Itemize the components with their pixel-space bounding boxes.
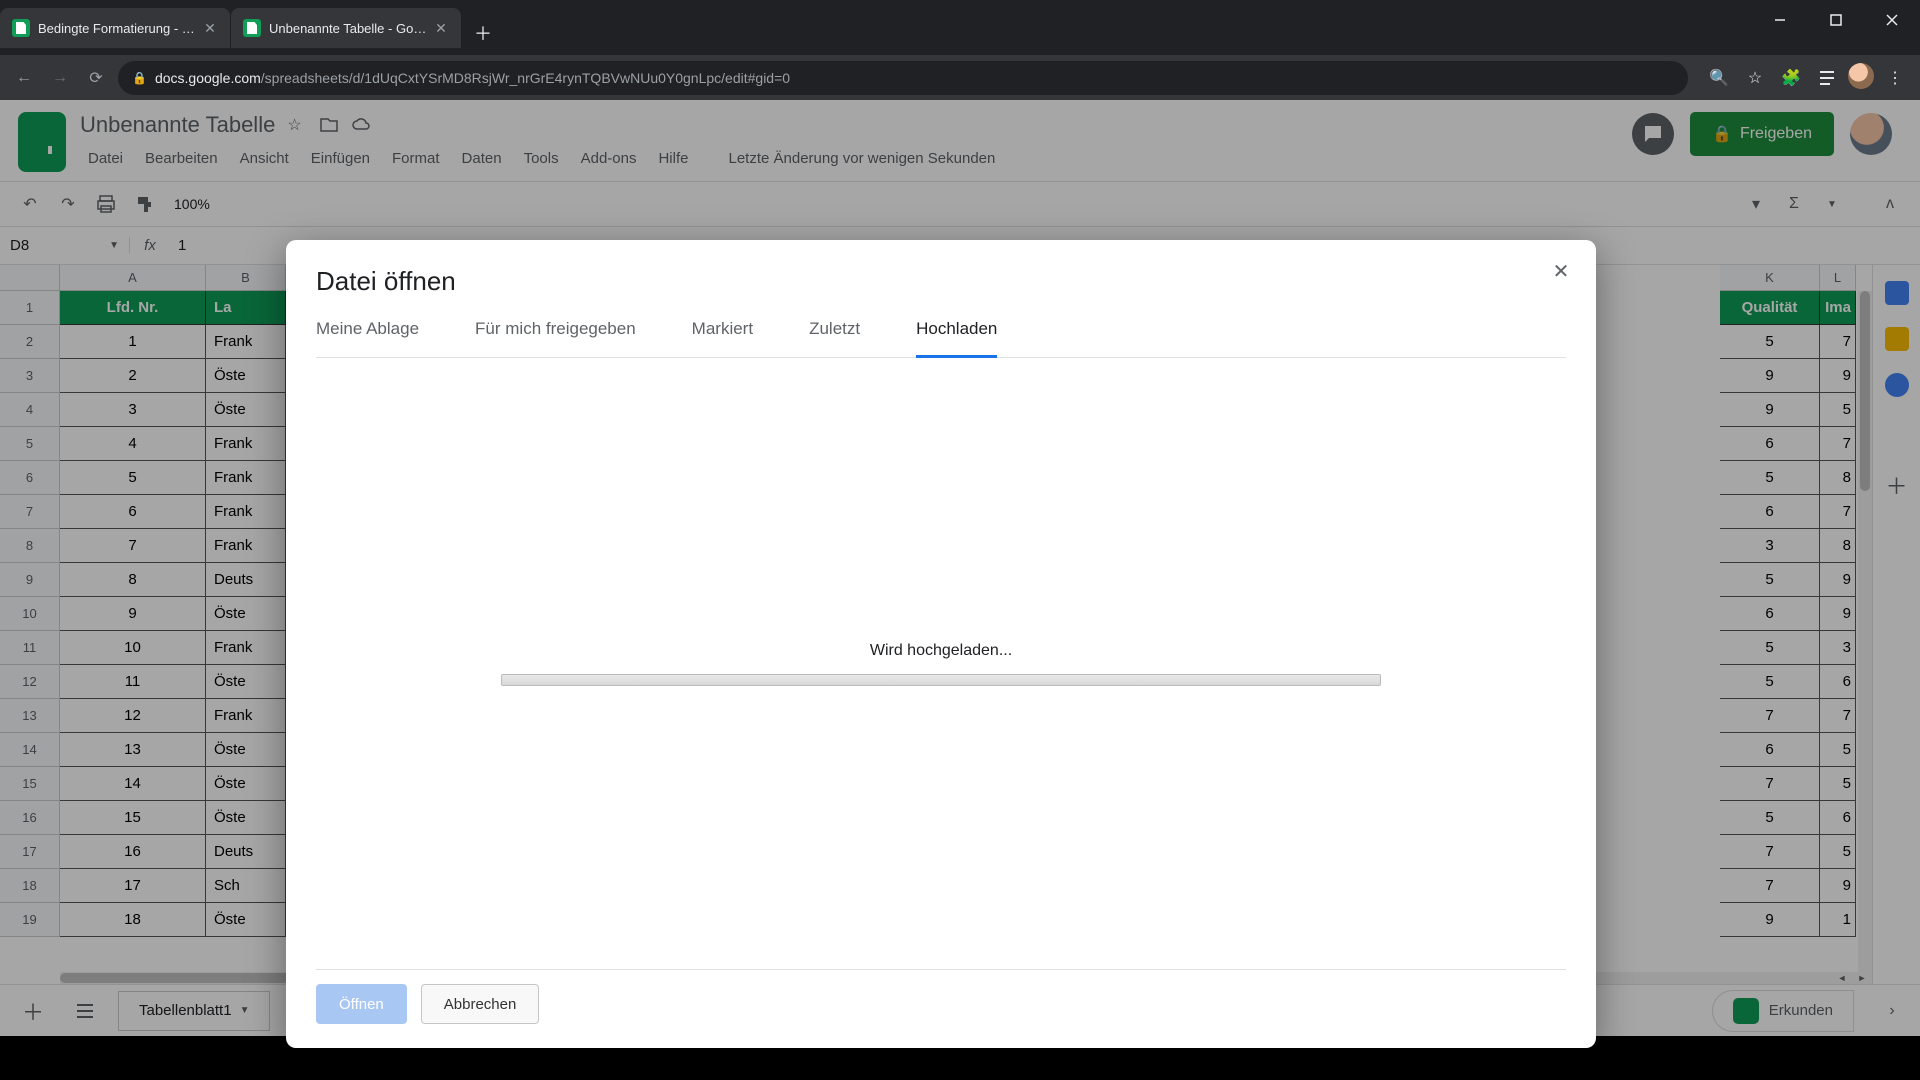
- upload-progress-bar: [501, 674, 1381, 686]
- sheets-favicon-icon: [12, 19, 30, 37]
- url-text: docs.google.com/spreadsheets/d/1dUqCxtYS…: [155, 70, 790, 86]
- close-icon[interactable]: ✕: [202, 20, 218, 36]
- list-icon: [1818, 69, 1836, 87]
- window-minimize-button[interactable]: [1752, 0, 1808, 40]
- tab-title: Bedingte Formatierung - Google T: [38, 21, 202, 36]
- extensions-icon[interactable]: 🧩: [1776, 63, 1806, 93]
- file-open-dialog: Datei öffnen ✕ Meine Ablage Für mich frei…: [286, 240, 1596, 1048]
- dialog-tab[interactable]: Meine Ablage: [316, 319, 419, 357]
- chrome-menu-button[interactable]: ⋮: [1880, 63, 1910, 93]
- open-button[interactable]: Öffnen: [316, 984, 407, 1024]
- bookmark-icon[interactable]: ☆: [1740, 63, 1770, 93]
- profile-avatar[interactable]: [1848, 63, 1874, 89]
- forward-button[interactable]: →: [46, 64, 74, 92]
- lock-icon: 🔒: [132, 71, 147, 85]
- dialog-tab[interactable]: Hochladen: [916, 319, 997, 358]
- minimize-icon: [1774, 14, 1786, 26]
- close-icon: [1886, 14, 1898, 26]
- dialog-tab[interactable]: Für mich freigegeben: [475, 319, 636, 357]
- url-field[interactable]: 🔒 docs.google.com/spreadsheets/d/1dUqCxt…: [118, 61, 1688, 95]
- browser-tab[interactable]: Bedingte Formatierung - Google T ✕: [0, 8, 230, 48]
- window-close-button[interactable]: [1864, 0, 1920, 40]
- tab-title: Unbenannte Tabelle - Google Ta: [269, 21, 433, 36]
- dialog-tab[interactable]: Markiert: [692, 319, 753, 357]
- zoom-icon[interactable]: 🔍: [1704, 63, 1734, 93]
- maximize-icon: [1830, 14, 1842, 26]
- reading-list-icon[interactable]: [1812, 63, 1842, 93]
- new-tab-button[interactable]: ＋: [468, 18, 498, 48]
- window-maximize-button[interactable]: [1808, 0, 1864, 40]
- close-icon[interactable]: ✕: [433, 20, 449, 36]
- back-button[interactable]: ←: [10, 64, 38, 92]
- browser-titlebar: Bedingte Formatierung - Google T ✕ Unben…: [0, 0, 1920, 55]
- dialog-close-button[interactable]: ✕: [1548, 258, 1574, 284]
- dialog-tab[interactable]: Zuletzt: [809, 319, 860, 357]
- dialog-title: Datei öffnen: [316, 266, 1566, 297]
- browser-tab[interactable]: Unbenannte Tabelle - Google Ta ✕: [231, 8, 461, 48]
- address-bar: ← → ⟳ 🔒 docs.google.com/spreadsheets/d/1…: [0, 55, 1920, 100]
- sheets-favicon-icon: [243, 19, 261, 37]
- reload-button[interactable]: ⟳: [82, 64, 110, 92]
- cancel-button[interactable]: Abbrechen: [421, 984, 540, 1024]
- upload-status-text: Wird hochgeladen...: [870, 642, 1012, 660]
